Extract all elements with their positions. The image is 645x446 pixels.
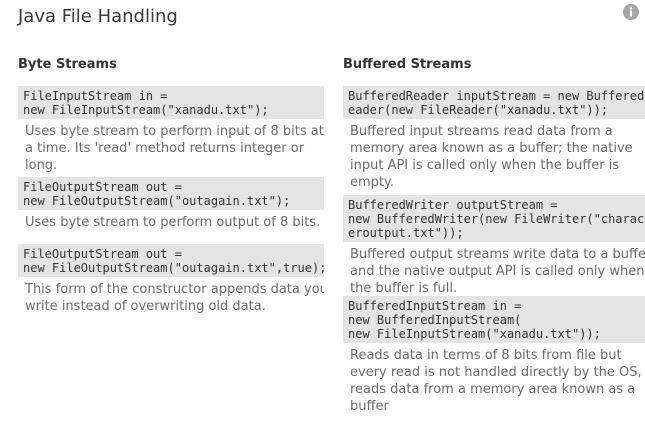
code-description: Buffered output streams write data to a … [350, 247, 645, 296]
code-snippet: BufferedReader inputStream = new Buffere… [343, 86, 645, 119]
code-snippet: BufferedWriter outputStream = new Buffer… [343, 195, 645, 242]
code-description: Uses byte stream to perform input of 8 b… [25, 124, 324, 173]
byte-stream-entry: FileInputStream in = new FileInputStream… [18, 86, 324, 177]
code-description: Buffered input streams read data from a … [350, 124, 633, 190]
buffered-stream-entry: BufferedWriter outputStream = new Buffer… [343, 195, 645, 296]
code-description: Uses byte stream to perform output of 8 … [25, 215, 321, 230]
byte-stream-entry: FileOutputStream out = new FileOutputStr… [18, 244, 324, 321]
buffered-streams-column: Buffered Streams BufferedReader inputStr… [343, 56, 645, 417]
buffered-stream-entry: BufferedInputStream in = new BufferedInp… [343, 296, 645, 417]
buffered-stream-entry: BufferedReader inputStream = new Buffere… [343, 86, 645, 195]
code-snippet: FileOutputStream out = new FileOutputStr… [18, 244, 324, 277]
byte-streams-column: Byte Streams FileInputStream in = new Fi… [18, 56, 324, 321]
byte-streams-heading: Byte Streams [18, 57, 117, 72]
code-snippet: FileOutputStream out = new FileOutputStr… [18, 177, 324, 210]
code-description: This form of the constructor appends dat… [25, 282, 324, 314]
byte-stream-entry: FileOutputStream out = new FileOutputStr… [18, 177, 324, 244]
code-snippet: BufferedInputStream in = new BufferedInp… [343, 296, 645, 343]
code-description: Reads data in terms of 8 bits from file … [350, 348, 642, 414]
info-icon-graphic [623, 4, 639, 20]
code-snippet: FileInputStream in = new FileInputStream… [18, 86, 324, 119]
page-title: Java File Handling [18, 6, 178, 27]
info-icon[interactable] [623, 4, 639, 20]
buffered-streams-heading: Buffered Streams [343, 57, 472, 72]
